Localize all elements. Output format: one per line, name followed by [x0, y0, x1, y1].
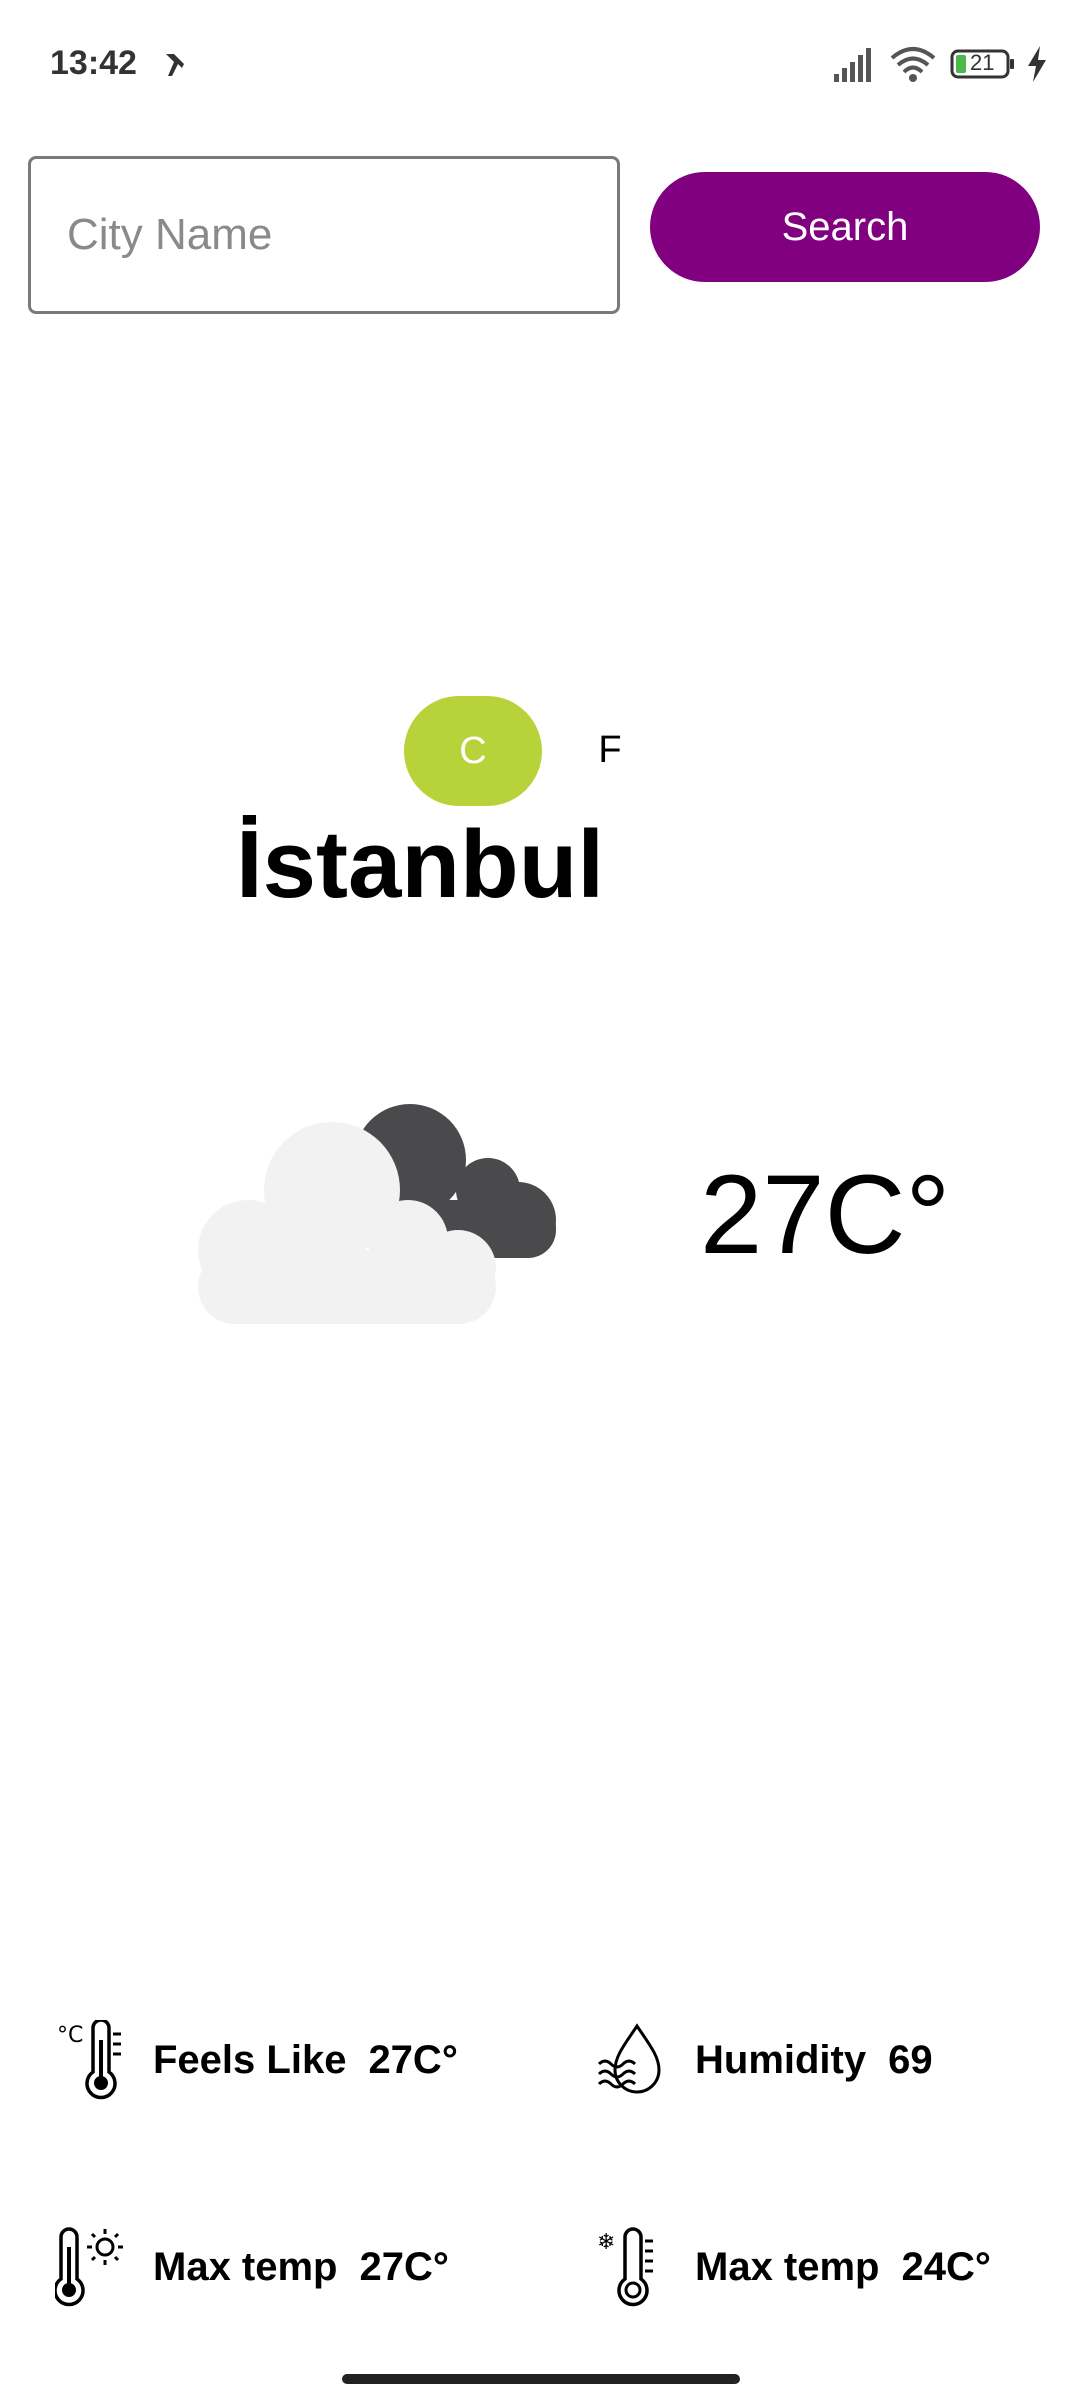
- feels-like-label: Feels Like: [153, 2037, 347, 2082]
- battery-icon: 21: [950, 48, 1016, 80]
- signal-icon: [834, 48, 871, 82]
- thermometer-sun-icon: [55, 2227, 123, 2307]
- status-time: 13:42: [50, 44, 137, 82]
- humidity-value: 69: [888, 2037, 933, 2082]
- thermometer-celsius-icon: °C: [57, 2020, 121, 2100]
- humidity-row: Humidity 69: [597, 2015, 933, 2105]
- max-temp-row: Max temp 27C°: [55, 2222, 449, 2312]
- charging-icon: [1028, 46, 1046, 82]
- weather-screen: 13:42 21 Searc: [0, 0, 1080, 2400]
- search-button[interactable]: Search: [650, 172, 1040, 282]
- status-bar: 13:42 21: [0, 0, 1080, 130]
- feels-like-row: °C Feels Like 27C°: [55, 2015, 458, 2105]
- humidity-icon: [597, 2023, 661, 2094]
- svg-text:❄: ❄: [597, 2230, 615, 2255]
- thermometer-snow-icon: ❄: [597, 2227, 653, 2307]
- city-name-input[interactable]: [28, 156, 620, 314]
- home-indicator[interactable]: [342, 2374, 740, 2384]
- city-name: İstanbul: [235, 811, 604, 918]
- cloudy-icon: [198, 1104, 556, 1324]
- fahrenheit-toggle[interactable]: F: [590, 718, 630, 782]
- battery-level: 21: [970, 50, 995, 75]
- max-temp-value: 27C°: [359, 2244, 449, 2289]
- svg-text:°C: °C: [57, 2023, 83, 2048]
- min-temp-row: ❄ Max temp 24C°: [597, 2222, 991, 2312]
- humidity-label: Humidity: [695, 2037, 867, 2082]
- notification-icon: [166, 54, 184, 76]
- wifi-icon: [890, 47, 936, 82]
- current-temperature: 27C°: [700, 1152, 951, 1277]
- min-temp-label: Max temp: [695, 2244, 880, 2289]
- feels-like-value: 27C°: [368, 2037, 458, 2082]
- celsius-toggle[interactable]: C: [404, 696, 542, 806]
- min-temp-value: 24C°: [901, 2244, 991, 2289]
- max-temp-label: Max temp: [153, 2244, 338, 2289]
